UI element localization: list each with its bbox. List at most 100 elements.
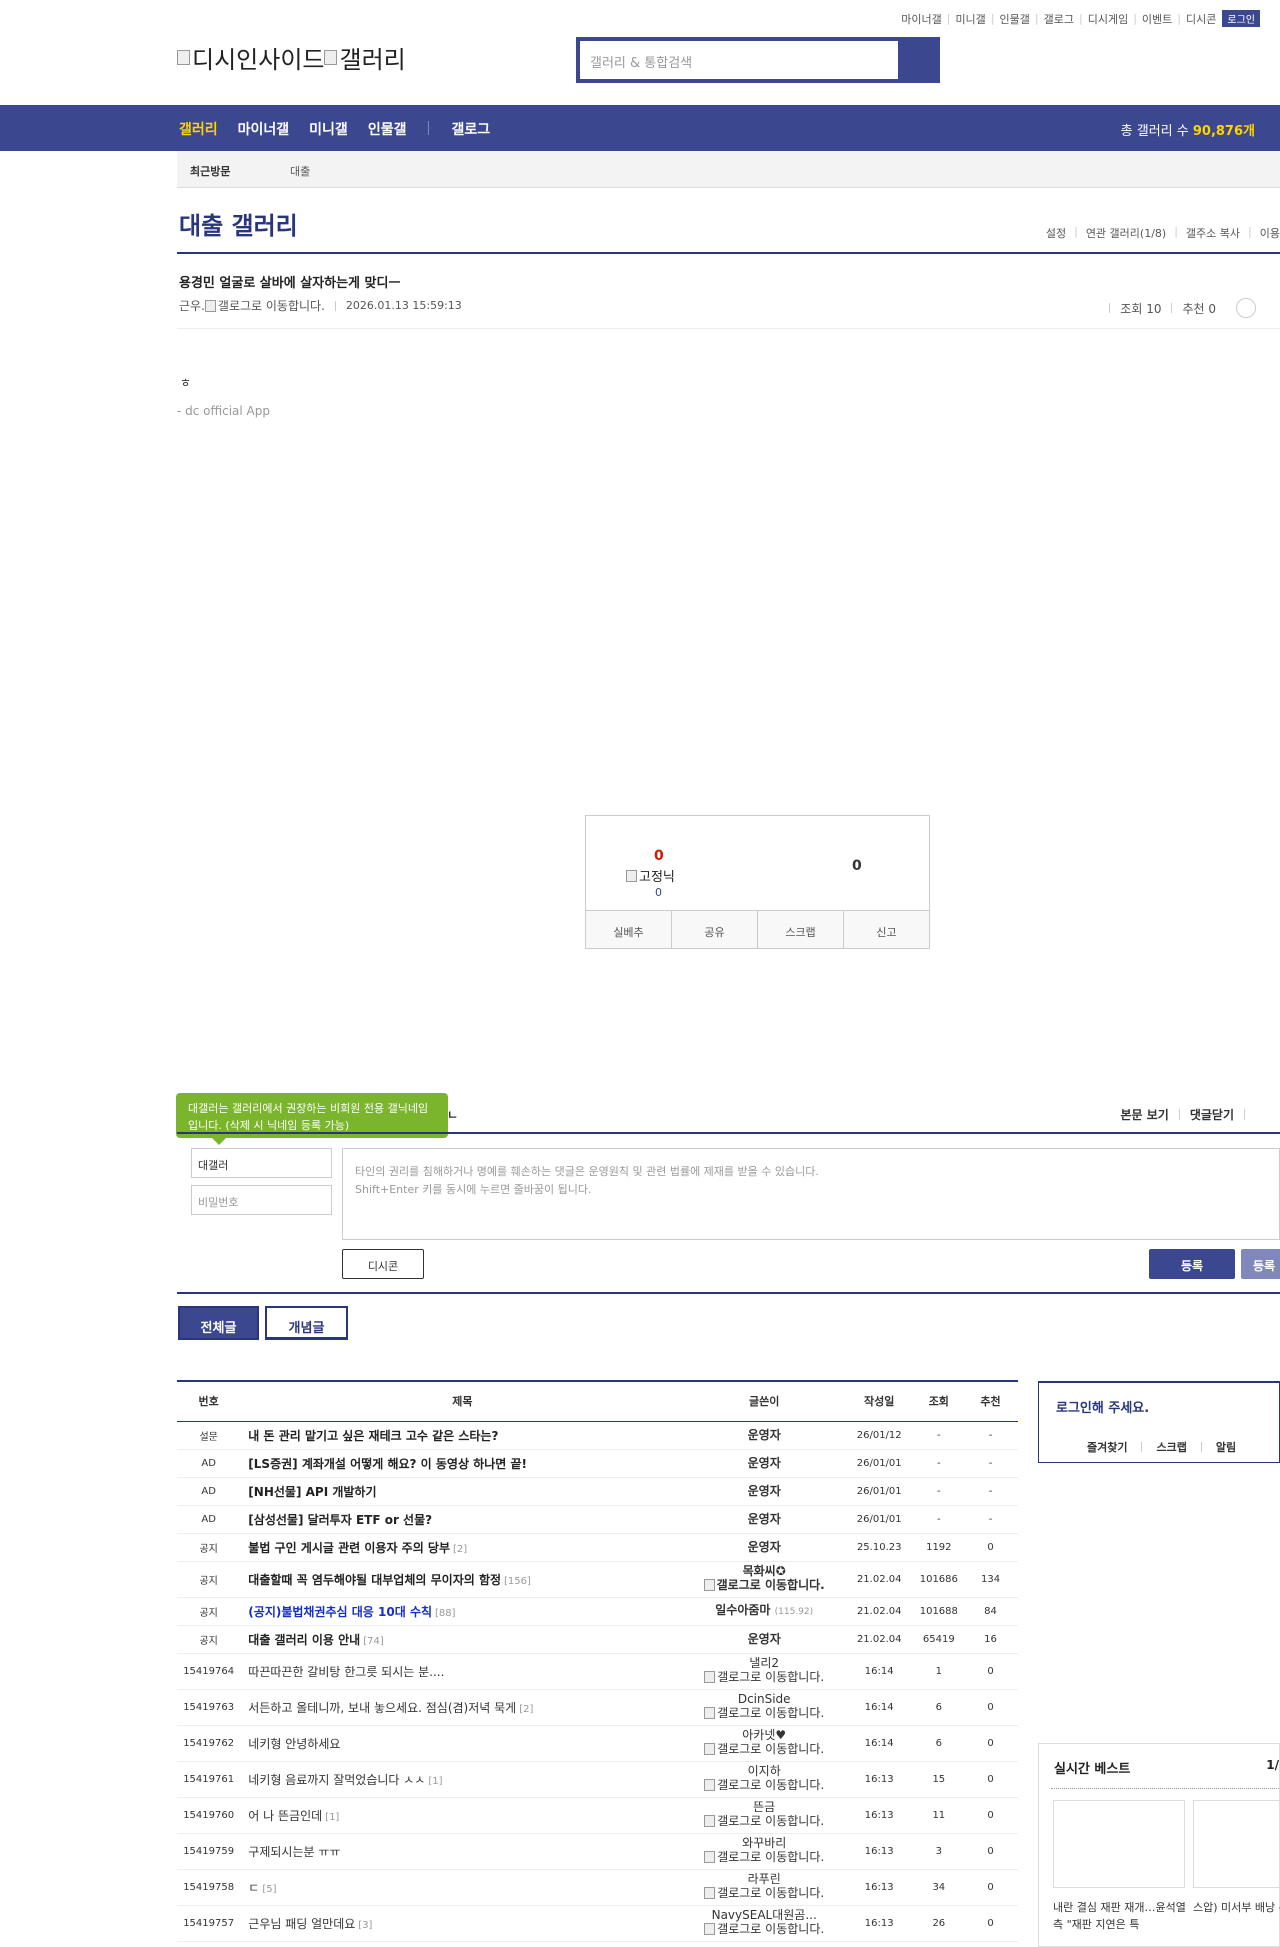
post-subject-text[interactable]: 네키형 안녕하세요 <box>248 1737 340 1751</box>
post-subject[interactable]: 내 돈 관리 맡기고 싶은 재테크 고수 같은 스타는? <box>240 1421 685 1450</box>
util-link-minor[interactable]: 마이너갤 <box>901 11 941 27</box>
post-subject[interactable]: 근우님 패딩 얼만데요 [3] <box>240 1905 685 1942</box>
table-row[interactable]: AD [LS증권] 계좌개설 어떻게 해요? 이 동영상 하나면 끝! 운영자 26/… <box>177 1449 1018 1478</box>
reply-count[interactable]: [5] <box>262 1884 276 1895</box>
table-row[interactable]: 15419757 근우님 패딩 얼만데요 [3] NavySEAL대원곰... 갤로그로… <box>177 1905 1018 1942</box>
post-subject[interactable]: 네키형 음료까지 잘먹었습니다 ㅅㅅ [1] <box>240 1761 685 1798</box>
dccon-button[interactable]: 디시콘 <box>342 1249 424 1279</box>
gallog-link[interactable]: 갤로그로 이동합니다. <box>704 1778 824 1792</box>
table-row[interactable]: 공지 (공지)불법채권추심 대응 10대 수칙 [88] 일수아줌마 (115.92)… <box>177 1597 1018 1626</box>
best-thumbnail[interactable] <box>1053 1800 1185 1888</box>
table-row[interactable]: AD [NH선물] API 개발하기 운영자 26/01/01- - <box>177 1477 1018 1506</box>
post-subject-text[interactable]: 근우님 패딩 얼만데요 <box>248 1917 355 1931</box>
post-subject[interactable]: 서든하고 올테니까, 보내 놓으세요. 점심(겸)저녁 묵게 [2] <box>240 1689 685 1726</box>
writer-name[interactable]: 운영자 <box>748 1632 781 1646</box>
gallog-link[interactable]: 갤로그로 이동합니다. <box>704 1706 824 1720</box>
tab-all-posts[interactable]: 전체글 <box>178 1306 259 1340</box>
recent-visit-item[interactable]: 대출 <box>290 163 310 179</box>
post-subject-text[interactable]: 구제되시는분 ㅠㅠ <box>248 1845 340 1859</box>
comment-textarea[interactable]: 타인의 권리를 침해하거나 명예를 훼손하는 댓글은 운영원칙 및 관련 법률에… <box>342 1148 1280 1240</box>
post-subject-text[interactable]: 불법 구인 게시글 관련 이용자 주의 당부 <box>248 1541 450 1555</box>
table-row[interactable]: 15419758 ㄷ [5] 라푸린 갤로그로 이동합니다. 16:13 34 0 <box>177 1869 1018 1906</box>
reply-count[interactable]: [2] <box>453 1544 467 1555</box>
submit-recommend-button[interactable]: 등록 <box>1241 1249 1280 1279</box>
post-subject[interactable]: 어 나 뜬금인데 [1] <box>240 1797 685 1834</box>
gallog-link[interactable]: 갤로그로 이동합니다. <box>704 1670 824 1684</box>
post-subject-text[interactable]: 어 나 뜬금인데 <box>248 1809 322 1823</box>
gallog-link[interactable]: 갤로그로 이동합니다. <box>703 1578 825 1592</box>
writer-name[interactable]: 낼리2 <box>749 1656 779 1670</box>
writer-name[interactable]: 라푸린 <box>748 1872 781 1886</box>
post-subject[interactable]: 대출할때 꼭 염두해야될 대부업체의 무이자의 함정 [156] <box>240 1561 685 1598</box>
gallery-title[interactable]: 대출 갤러리 <box>179 206 298 241</box>
table-row[interactable]: 공지 불법 구인 게시글 관련 이용자 주의 당부 [2] 운영자 25.10.23 11… <box>177 1533 1018 1562</box>
post-subject-text[interactable]: (공지)불법채권추심 대응 10대 수칙 <box>248 1605 432 1619</box>
search-input[interactable]: 갤러리 & 통합검색 <box>580 41 898 79</box>
table-row[interactable]: 15419759 구제되시는분 ㅠㅠ 와꾸바리 갤로그로 이동합니다. 16:13 3 0 <box>177 1833 1018 1870</box>
table-row[interactable]: AD [삼성선물] 달러투자 ETF or 선물? 운영자 26/01/01- - <box>177 1505 1018 1534</box>
table-row[interactable]: 15419764 따끈따끈한 갈비탕 한그릇 되시는 분.... 낼리2 갤로그로 이… <box>177 1653 1018 1690</box>
writer-name[interactable]: 아카넷♥ <box>742 1728 786 1742</box>
copy-address-link[interactable]: 갤주소 복사 <box>1186 225 1240 241</box>
best-caption[interactable]: 내란 결심 재판 재개…윤석열 측 "재판 지연은 특 <box>1053 1899 1189 1933</box>
post-subject-text[interactable]: ㄷ <box>248 1881 259 1895</box>
gallog-icon[interactable] <box>204 299 216 312</box>
view-body-link[interactable]: 본문 보기 <box>1120 1106 1168 1123</box>
post-subject[interactable]: ㄷ [5] <box>240 1869 685 1906</box>
nav-person[interactable]: 인물갤 <box>368 119 407 139</box>
writer-name[interactable]: 운영자 <box>748 1428 781 1442</box>
post-subject-text[interactable]: [LS증권] 계좌개설 어떻게 해요? 이 동영상 하나면 끝! <box>248 1457 527 1471</box>
nav-minor[interactable]: 마이너갤 <box>238 119 290 139</box>
table-row[interactable]: 15419762 네키형 안녕하세요 아카넷♥ 갤로그로 이동합니다. 16:14 6 0 <box>177 1725 1018 1762</box>
post-subject-text[interactable]: 네키형 음료까지 잘먹었습니다 ㅅㅅ <box>248 1773 425 1787</box>
post-subject-text[interactable]: 내 돈 관리 맡기고 싶은 재테크 고수 같은 스타는? <box>248 1429 498 1443</box>
writer-name[interactable]: 목화씨✪ <box>743 1564 786 1578</box>
reply-count[interactable]: [156] <box>504 1576 531 1587</box>
post-subject-text[interactable]: 대출 갤러리 이용 안내 <box>248 1633 360 1647</box>
post-subject[interactable]: [LS증권] 계좌개설 어떻게 해요? 이 동영상 하나면 끝! <box>240 1449 685 1478</box>
reply-count[interactable]: [88] <box>435 1608 456 1619</box>
gallog-alt[interactable]: 갤로그로 이동합니다. <box>218 297 325 314</box>
post-subject[interactable]: 따끈따끈한 갈비탕 한그릇 되시는 분.... <box>240 1653 685 1690</box>
gallog-link[interactable]: 갤로그로 이동합니다. <box>704 1814 824 1828</box>
post-subject[interactable]: [삼성선물] 달러투자 ETF or 선물? <box>240 1505 685 1534</box>
util-link-event[interactable]: 이벤트 <box>1142 11 1172 27</box>
writer-name[interactable]: DcinSide <box>738 1692 791 1706</box>
search-button[interactable] <box>898 41 936 79</box>
writer-name[interactable]: NavySEAL대원곰... <box>712 1908 817 1922</box>
share-button[interactable]: 공유 <box>672 911 758 948</box>
reply-count[interactable]: [74] <box>363 1636 384 1647</box>
gallog-link[interactable]: 갤로그로 이동합니다. <box>704 1742 824 1756</box>
post-subject[interactable]: 네키형 안녕하세요 <box>240 1725 685 1762</box>
gallog-link[interactable]: 갤로그로 이동합니다. <box>704 1886 824 1900</box>
table-row[interactable]: 15419760 어 나 뜬금인데 [1] 뜬금 갤로그로 이동합니다. 16:13 11 0 <box>177 1797 1018 1834</box>
util-link-dccon[interactable]: 디시콘 <box>1186 11 1216 27</box>
nav-gallog[interactable]: 갤로그 <box>451 119 490 139</box>
util-link-mini[interactable]: 미니갤 <box>955 11 985 27</box>
scrap-button[interactable]: 스크랩 <box>758 911 844 948</box>
nav-gallery[interactable]: 갤러리 <box>179 119 218 139</box>
util-link-game[interactable]: 디시게임 <box>1088 11 1128 27</box>
writer-name[interactable]: 이지하 <box>748 1764 781 1778</box>
usage-link[interactable]: 이용 <box>1260 225 1280 241</box>
login-prompt[interactable]: 로그인해 주세요. <box>1056 1397 1149 1416</box>
scrap-link[interactable]: 스크랩 <box>1156 1439 1186 1455</box>
related-gallery-link[interactable]: 연관 갤러리(1/8) <box>1086 225 1166 241</box>
table-row[interactable]: 공지 대출 갤러리 이용 안내 [74] 운영자 21.02.04 65419 16 <box>177 1625 1018 1654</box>
gallog-link[interactable]: 갤로그로 이동합니다. <box>704 1922 824 1936</box>
post-author[interactable]: 근우. <box>179 297 205 314</box>
nickname-input[interactable]: 대갤러 <box>191 1148 332 1178</box>
writer-name[interactable]: 와꾸바리 <box>742 1836 786 1850</box>
util-link-gallog[interactable]: 갤로그 <box>1044 11 1074 27</box>
gallog-link[interactable]: 갤로그로 이동합니다. <box>704 1850 824 1864</box>
table-row[interactable]: 설문 내 돈 관리 맡기고 싶은 재테크 고수 같은 스타는? 운영자 26/01/1… <box>177 1421 1018 1450</box>
submit-button[interactable]: 등록 <box>1149 1249 1235 1279</box>
writer-name[interactable]: 일수아줌마 <box>715 1603 770 1617</box>
util-link-person[interactable]: 인물갤 <box>1000 11 1030 27</box>
post-subject-text[interactable]: 대출할때 꼭 염두해야될 대부업체의 무이자의 함정 <box>248 1573 501 1587</box>
table-row[interactable]: 15419761 네키형 음료까지 잘먹었습니다 ㅅㅅ [1] 이지하 갤로그로 이동합… <box>177 1761 1018 1798</box>
fixnick-upvote-button[interactable]: 고정닉 <box>626 866 675 885</box>
post-subject[interactable]: [NH선물] API 개발하기 <box>240 1477 685 1506</box>
real-best-button[interactable]: 실베추 <box>586 911 672 948</box>
post-subject[interactable]: 대출 갤러리 이용 안내 [74] <box>240 1625 685 1654</box>
